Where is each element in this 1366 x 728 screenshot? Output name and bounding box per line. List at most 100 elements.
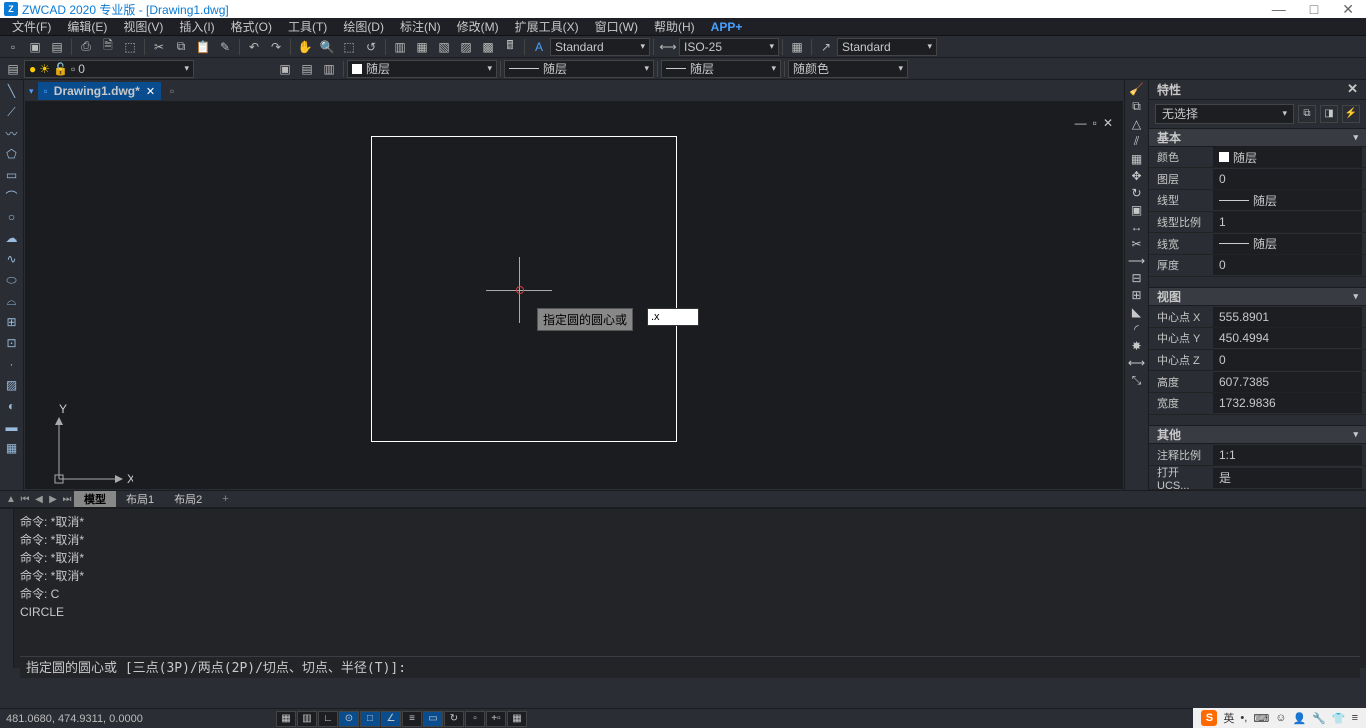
drawing-area[interactable]: ▾ ▫ Drawing1.dwg* ✕ ▫ — ▫ ✕ 指定圆的圆心或 Y <box>24 80 1124 490</box>
menu-help[interactable]: 帮助(H) <box>646 18 703 35</box>
tab-close-icon[interactable]: ✕ <box>146 85 155 98</box>
dim-style-dropdown[interactable]: ISO-25▾ <box>679 38 779 56</box>
scale-tool-icon[interactable]: ▣ <box>1131 203 1142 217</box>
mirror-tool-icon[interactable]: △ <box>1132 117 1141 131</box>
mleader-style-dropdown[interactable]: Standard▾ <box>837 38 937 56</box>
polar-toggle-icon[interactable]: ⊙ <box>339 711 359 727</box>
tab-last-icon[interactable]: ⏭ <box>60 494 74 505</box>
command-handle[interactable] <box>0 509 14 668</box>
paste-icon[interactable]: 📋 <box>193 38 213 56</box>
prop-row-center-z[interactable]: 中心点 Z0 <box>1149 350 1366 372</box>
ime-menu-icon[interactable]: ≡ <box>1352 712 1358 724</box>
color-dropdown[interactable]: 随层▾ <box>347 60 497 78</box>
prop-row-center-y[interactable]: 中心点 Y450.4994 <box>1149 328 1366 350</box>
tab-prev-icon[interactable]: ⏮ <box>18 494 32 505</box>
zoom-realtime-icon[interactable]: 🔍 <box>317 38 337 56</box>
zoom-prev-icon[interactable]: ↺ <box>361 38 381 56</box>
insert-block-icon[interactable]: ⊞ <box>3 313 21 331</box>
break-tool-icon[interactable]: ⊟ <box>1131 271 1141 285</box>
rotate-tool-icon[interactable]: ↻ <box>1131 186 1141 200</box>
dim-aligned-icon[interactable]: ⤡ <box>1132 373 1142 388</box>
new-icon[interactable]: ▫ <box>3 38 23 56</box>
menu-edit[interactable]: 编辑(E) <box>59 18 115 35</box>
save-icon[interactable]: ▤ <box>47 38 67 56</box>
tab-add[interactable]: + <box>212 491 238 507</box>
rectangle-tool-icon[interactable]: ▭ <box>3 166 21 184</box>
ime-punct[interactable]: •, <box>1240 712 1247 724</box>
tab-fwd-icon[interactable]: ▶ <box>46 494 60 505</box>
table-style-icon[interactable]: ▦ <box>787 38 807 56</box>
arc-tool-icon[interactable]: ⌒ <box>3 187 21 205</box>
xref-icon[interactable]: ▧ <box>434 38 454 56</box>
tab-model[interactable]: 模型 <box>74 491 116 507</box>
design-center-icon[interactable]: ▨ <box>456 38 476 56</box>
properties-close-icon[interactable]: ✕ <box>1347 81 1358 97</box>
command-prompt[interactable]: 指定圆的圆心或 [三点(3P)/两点(2P)/切点、切点、半径(T)]: <box>20 656 1360 678</box>
close-button[interactable]: ✕ <box>1342 1 1354 18</box>
explode-tool-icon[interactable]: ✸ <box>1131 339 1141 353</box>
prop-row-center-x[interactable]: 中心点 X555.8901 <box>1149 306 1366 328</box>
make-block-icon[interactable]: ⊡ <box>3 334 21 352</box>
line-tool-icon[interactable]: ╲ <box>3 82 21 100</box>
plotstyle-dropdown[interactable]: 随颜色▾ <box>788 60 908 78</box>
lineweight-dropdown[interactable]: 随层▾ <box>661 60 781 78</box>
snap-toggle-icon[interactable]: ▥ <box>297 711 317 727</box>
ime-lang[interactable]: 英 <box>1223 710 1234 726</box>
tool-palette-icon[interactable]: ▩ <box>478 38 498 56</box>
text-style-dropdown[interactable]: Standard▾ <box>550 38 650 56</box>
ortho-toggle-icon[interactable]: ∟ <box>318 711 338 727</box>
menu-tools[interactable]: 工具(T) <box>280 18 335 35</box>
new-tab-button[interactable]: ▫ <box>163 82 181 100</box>
section-basic-header[interactable]: 基本▾ <box>1149 128 1366 147</box>
region-tool-icon[interactable]: ▬ <box>3 418 21 436</box>
join-tool-icon[interactable]: ⊞ <box>1131 288 1141 302</box>
menu-draw[interactable]: 绘图(D) <box>335 18 392 35</box>
cycle-toggle-icon[interactable]: ↻ <box>444 711 464 727</box>
prop-row-thickness[interactable]: 厚度0 <box>1149 255 1366 277</box>
hatch-tool-icon[interactable]: ▨ <box>3 376 21 394</box>
print-icon[interactable]: ⎙ <box>76 38 96 56</box>
point-tool-icon[interactable]: · <box>3 355 21 373</box>
prop-row-color[interactable]: 颜色随层 <box>1149 147 1366 169</box>
dyn-toggle-icon[interactable]: ▭ <box>423 711 443 727</box>
redo-icon[interactable]: ↷ <box>266 38 286 56</box>
ime-user-icon[interactable]: 👤 <box>1292 712 1306 725</box>
toggle-pickadd-icon[interactable]: ⚡ <box>1342 105 1360 123</box>
prop-row-width[interactable]: 宽度1732.9836 <box>1149 393 1366 415</box>
menu-insert[interactable]: 插入(I) <box>171 18 222 35</box>
tab-layout2[interactable]: 布局2 <box>164 491 212 507</box>
ime-tool-icon[interactable]: 🔧 <box>1312 712 1326 725</box>
ellipse-arc-tool-icon[interactable]: ⌓ <box>3 292 21 310</box>
coordinates-readout[interactable]: 481.0680, 474.9311, 0.0000 <box>6 713 276 725</box>
prop-row-lineweight[interactable]: 线宽随层 <box>1149 233 1366 255</box>
calculator-icon[interactable]: 🖩 <box>500 38 520 56</box>
menu-app-plus[interactable]: APP+ <box>703 20 751 34</box>
pan-icon[interactable]: ✋ <box>295 38 315 56</box>
cut-icon[interactable]: ✂ <box>149 38 169 56</box>
section-other-header[interactable]: 其他▾ <box>1149 425 1366 444</box>
layer-dropdown[interactable]: ● ☀ 🔓 ▫ 0▾ <box>24 60 194 78</box>
chamfer-tool-icon[interactable]: ◣ <box>1132 305 1141 319</box>
linetype-dropdown[interactable]: 随层▾ <box>504 60 654 78</box>
open-icon[interactable]: ▣ <box>25 38 45 56</box>
polyline-tool-icon[interactable]: 〰 <box>3 124 21 142</box>
command-history[interactable]: 命令: *取消* 命令: *取消* 命令: *取消* 命令: *取消* 命令: … <box>14 509 1366 668</box>
prop-row-linetype[interactable]: 线型随层 <box>1149 190 1366 212</box>
tab-back-icon[interactable]: ◀ <box>32 494 46 505</box>
ime-skin-icon[interactable]: 👕 <box>1332 712 1346 725</box>
dim-linear-icon[interactable]: ⟷ <box>1128 356 1145 370</box>
prop-row-ucs-open[interactable]: 打开 UCS...是 <box>1149 466 1366 490</box>
layer-prev-icon[interactable]: ▤ <box>297 60 317 78</box>
prop-row-height[interactable]: 高度607.7385 <box>1149 371 1366 393</box>
menu-extension[interactable]: 扩展工具(X) <box>507 18 587 35</box>
copy-icon[interactable]: ⧉ <box>171 38 191 56</box>
circle-tool-icon[interactable]: ○ <box>3 208 21 226</box>
ime-bar[interactable]: S 英 •, ⌨ ☺ 👤 🔧 👕 ≡ <box>1193 708 1366 728</box>
model-toggle-icon[interactable]: ▫ <box>465 711 485 727</box>
move-tool-icon[interactable]: ✥ <box>1131 169 1141 183</box>
tab-dropdown-icon[interactable]: ▾ <box>29 86 34 97</box>
menu-format[interactable]: 格式(O) <box>223 18 280 35</box>
tab-first-icon[interactable]: ▲ <box>4 494 18 505</box>
prop-row-layer[interactable]: 图层0 <box>1149 168 1366 190</box>
mdi-close-icon[interactable]: ✕ <box>1103 116 1113 130</box>
